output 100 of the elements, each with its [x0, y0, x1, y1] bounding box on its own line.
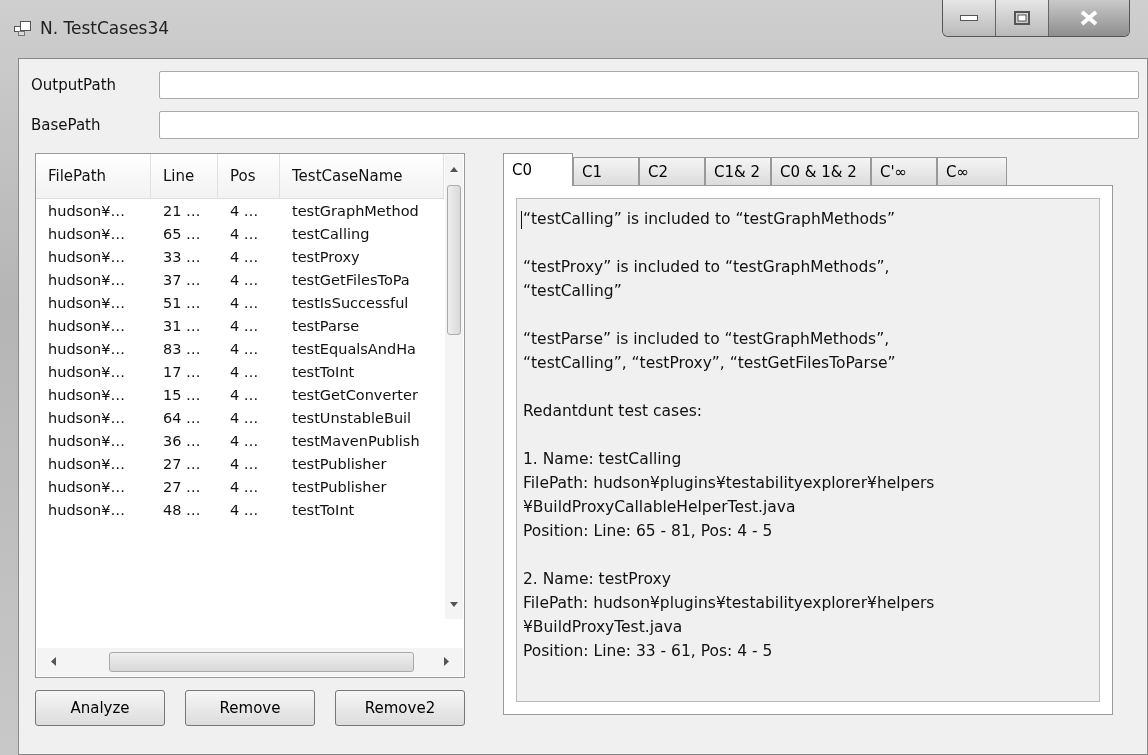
table-cell-text: testGraphMethod — [291, 201, 420, 221]
output-line: FilePath: hudson¥plugins¥testabilityexplorer¥helpers — [523, 473, 936, 494]
table-cell-text: hudson¥… — [47, 454, 126, 474]
minimize-icon — [960, 15, 978, 21]
scroll-down-icon[interactable] — [450, 602, 458, 607]
output-line: 1. Name: testCalling — [523, 449, 683, 470]
output-line: ¥BuildProxyTest.java — [523, 617, 684, 638]
output-text-area[interactable] — [516, 198, 1100, 702]
table-cell-text: testGetConverter — [291, 385, 419, 405]
table-cell-text: 31 … — [162, 316, 202, 336]
maximize-icon — [1014, 11, 1030, 25]
column-header[interactable]: FilePath — [36, 154, 151, 198]
output-line: Position: Line: 33 - 61, Pos: 4 - 5 — [523, 641, 774, 662]
path-field[interactable] — [159, 111, 1139, 139]
table-cell-text: hudson¥… — [47, 477, 126, 497]
app-icon — [14, 20, 32, 36]
tab[interactable]: C0 — [503, 153, 573, 186]
horizontal-scrollbar[interactable] — [37, 648, 463, 676]
minimize-button[interactable] — [943, 0, 996, 36]
table-cell-text: hudson¥… — [47, 408, 126, 428]
tab[interactable]: C'∞ — [871, 157, 937, 185]
table-cell-text: 65 … — [162, 224, 202, 244]
table-cell-text: hudson¥… — [47, 339, 126, 359]
maximize-button[interactable] — [996, 0, 1049, 36]
table-cell-text: 4 … — [229, 477, 260, 497]
table-cell-text: hudson¥… — [47, 500, 126, 520]
column-header[interactable]: TestCaseName — [280, 154, 444, 198]
table-cell-text: testMavenPublish — [291, 431, 421, 451]
table-cell-text: 48 … — [162, 500, 202, 520]
column-header[interactable]: Line — [151, 154, 218, 198]
table-cell-text: 4 … — [229, 385, 260, 405]
close-icon — [1079, 10, 1099, 26]
table-cell-text: hudson¥… — [47, 385, 126, 405]
tab[interactable]: C1 — [573, 157, 639, 185]
tab[interactable]: C0 & 1& 2 — [771, 157, 871, 185]
table-cell-text: testPublisher — [291, 477, 388, 497]
table-cell-text: 27 … — [162, 477, 202, 497]
output-line: “testParse” is included to “testGraphMethods”, — [523, 329, 891, 350]
table-cell-text: 33 … — [162, 247, 202, 267]
tab[interactable]: C∞ — [937, 157, 1007, 185]
text-cursor — [521, 211, 522, 229]
table-cell-text: hudson¥… — [47, 362, 126, 382]
table-cell-text: hudson¥… — [47, 270, 126, 290]
table-cell-text: 4 … — [229, 247, 260, 267]
table-cell-text: testCalling — [291, 224, 371, 244]
output-line: Redantdunt test cases: — [523, 401, 703, 422]
vertical-scrollbar[interactable] — [445, 155, 463, 619]
output-line: “testCalling”, “testProxy”, “testGetFilesToParse” — [523, 353, 897, 374]
output-line: ¥BuildProxyCallableHelperTest.java — [523, 497, 797, 518]
table-cell-text: 4 … — [229, 224, 260, 244]
table-cell-text: 4 … — [229, 500, 260, 520]
window-title: N. TestCases34 — [40, 18, 170, 38]
table-cell-text: 4 … — [229, 362, 260, 382]
scroll-right-icon[interactable] — [444, 657, 449, 666]
table-cell-text: hudson¥… — [47, 247, 126, 267]
table-cell-text: testEqualsAndHa — [291, 339, 417, 359]
table-cell-text: hudson¥… — [47, 431, 126, 451]
table-cell-text: 4 … — [229, 408, 260, 428]
output-line: “testCalling” — [523, 281, 623, 302]
table-cell-text: 4 … — [229, 454, 260, 474]
table-cell-text: 36 … — [162, 431, 202, 451]
column-header[interactable]: Pos — [218, 154, 280, 198]
tab[interactable]: C1& 2 — [705, 157, 771, 185]
table-cell-text: testPublisher — [291, 454, 388, 474]
output-line: 2. Name: testProxy — [523, 569, 672, 590]
table-cell-text: testUnstableBuil — [291, 408, 413, 428]
table-cell-text: 27 … — [162, 454, 202, 474]
table-cell-text: hudson¥… — [47, 293, 126, 313]
table-cell-text: hudson¥… — [47, 224, 126, 244]
table-cell-text: testToInt — [291, 362, 356, 382]
table-cell-text: testToInt — [291, 500, 356, 520]
action-button[interactable]: Analyze — [35, 690, 165, 726]
tab[interactable]: C2 — [639, 157, 705, 185]
table-cell-text: 4 … — [229, 339, 260, 359]
action-button[interactable]: Remove — [185, 690, 315, 726]
path-field[interactable] — [159, 71, 1139, 99]
table-cell-text: 51 … — [162, 293, 202, 313]
table-cell-text: testGetFilesToPa — [291, 270, 411, 290]
table-cell-text: 83 … — [162, 339, 202, 359]
close-button[interactable] — [1049, 0, 1129, 36]
output-line: “testCalling” is included to “testGraphMethods” — [523, 209, 896, 230]
output-line: FilePath: hudson¥plugins¥testabilityexplorer¥helpers — [523, 593, 936, 614]
output-line: Position: Line: 65 - 81, Pos: 4 - 5 — [523, 521, 774, 542]
field-label: BasePath — [31, 116, 102, 134]
table-cell-text: hudson¥… — [47, 201, 126, 221]
table-cell-text: 4 … — [229, 431, 260, 451]
table-cell-text: 4 … — [229, 201, 260, 221]
table-cell-text: 17 … — [162, 362, 202, 382]
table-cell-text: testIsSuccessful — [291, 293, 410, 313]
table-cell-text: 4 … — [229, 270, 260, 290]
table-cell-text: testProxy — [291, 247, 361, 267]
table-cell-text: 4 … — [229, 316, 260, 336]
scroll-up-icon[interactable] — [450, 167, 458, 172]
scroll-left-icon[interactable] — [51, 657, 56, 666]
table-cell-text: hudson¥… — [47, 316, 126, 336]
table-cell-text: 4 … — [229, 293, 260, 313]
field-label: OutputPath — [31, 76, 118, 94]
table-cell-text: 37 … — [162, 270, 202, 290]
action-button[interactable]: Remove2 — [335, 690, 465, 726]
output-line: “testProxy” is included to “testGraphMethods”, — [523, 257, 891, 278]
